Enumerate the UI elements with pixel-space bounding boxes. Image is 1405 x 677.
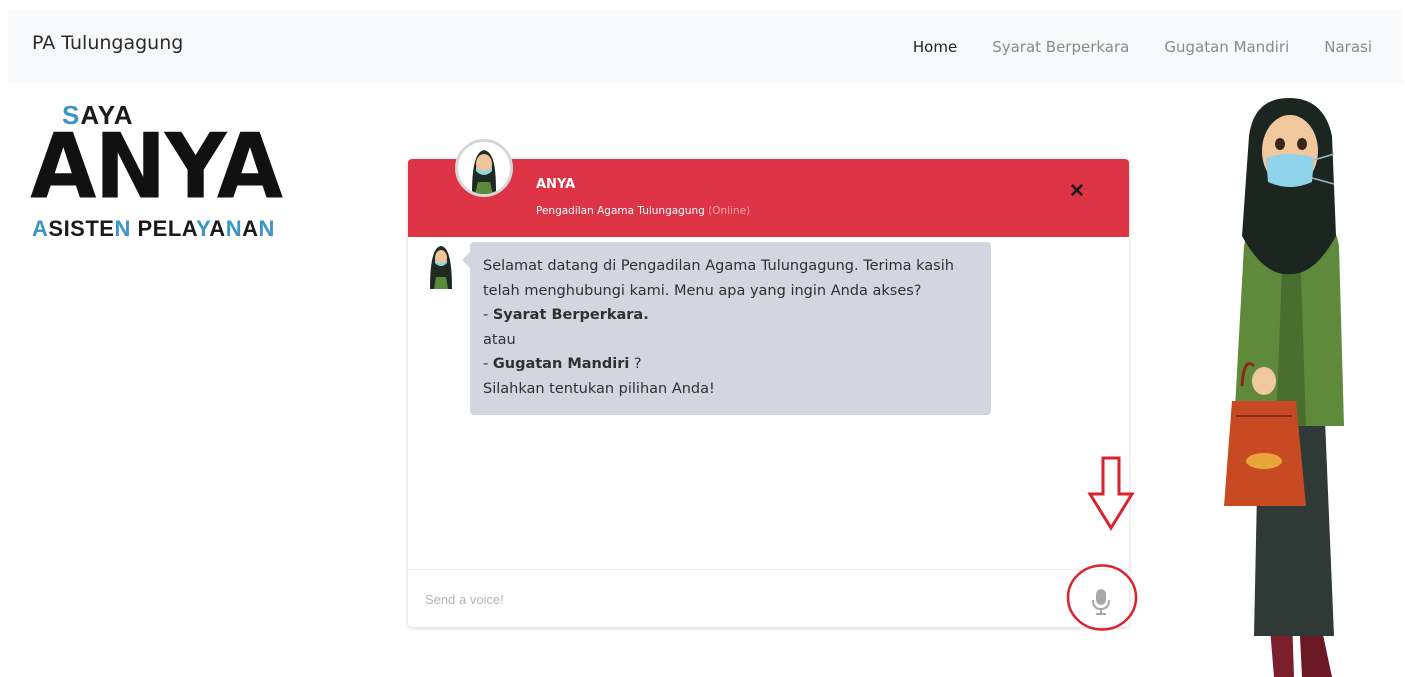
- logo-asisten-pelayanan: ASISTEN PELAYANAN: [32, 216, 275, 241]
- annotation-arrow-icon: [1087, 456, 1135, 531]
- message-option-1: - Syarat Berperkara.: [483, 307, 649, 323]
- logo-anya: ANYA: [30, 114, 283, 220]
- anya-character-illustration: [1224, 98, 1344, 677]
- nav-link-gugatan-mandiri[interactable]: Gugatan Mandiri: [1164, 38, 1289, 56]
- annotation-circle-icon: [1066, 564, 1138, 631]
- close-icon[interactable]: ✕: [1068, 182, 1086, 201]
- message-greeting: Selamat datang di Pengadilan Agama Tulun…: [483, 258, 954, 299]
- message-or: atau: [483, 331, 516, 348]
- bot-message-bubble: Selamat datang di Pengadilan Agama Tulun…: [462, 242, 991, 415]
- navbar: PA Tulungagung Home Syarat Berperkara Gu…: [8, 10, 1402, 83]
- chat-contact-name: ANYA: [536, 177, 576, 192]
- message-closing: Silahkan tentukan pilihan Anda!: [483, 380, 715, 397]
- status-badge: (Online): [708, 205, 751, 217]
- message-option-2: - Gugatan Mandiri ?: [483, 356, 642, 372]
- saya-anya-logo: SAYA ANYA ASISTEN PELAYANAN: [30, 100, 310, 245]
- navbar-brand[interactable]: PA Tulungagung: [32, 32, 183, 54]
- message-avatar: [426, 243, 456, 289]
- avatar: [455, 139, 513, 197]
- chat-contact-subtitle: Pengadilan Agama Tulungagung (Online): [536, 205, 751, 217]
- chat-header: ANYA Pengadilan Agama Tulungagung (Onlin…: [408, 139, 1129, 237]
- nav-link-syarat-berperkara[interactable]: Syarat Berperkara: [992, 38, 1129, 56]
- voice-input[interactable]: [408, 570, 1048, 628]
- nav-link-narasi[interactable]: Narasi: [1324, 38, 1372, 56]
- nav-links: Home Syarat Berperkara Gugatan Mandiri N…: [913, 38, 1372, 56]
- chat-window: ANYA Pengadilan Agama Tulungagung (Onlin…: [408, 139, 1129, 628]
- chat-footer: [408, 569, 1129, 628]
- nav-link-home[interactable]: Home: [913, 38, 957, 56]
